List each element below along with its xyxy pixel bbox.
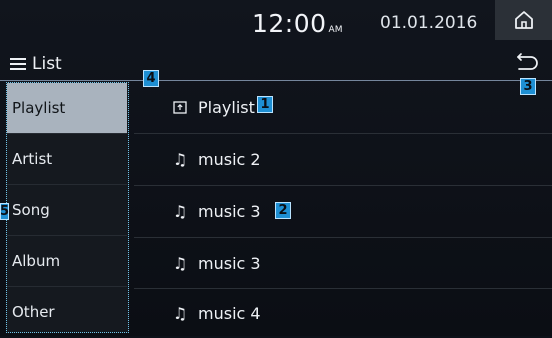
list-title: List [32, 54, 62, 74]
callout-1: 1 [257, 96, 273, 113]
music-note-icon: ♫ [172, 303, 188, 323]
category-label: Song [12, 201, 50, 219]
media-list-screen: 12:00AM 01.01.2016 List Playlist Artist [0, 0, 552, 336]
category-label: Other [12, 303, 55, 321]
folder-label: Playlist [198, 97, 255, 117]
callout-2: 2 [275, 202, 291, 219]
list-item[interactable]: ♫ music 4 [134, 288, 552, 338]
callout-3: 3 [520, 78, 536, 95]
category-label: Album [12, 252, 61, 270]
list-item[interactable]: ♫ music 3 [134, 238, 552, 288]
clock-time: 12:00 [252, 9, 327, 38]
callout-4: 4 [143, 70, 159, 87]
clock: 12:00 AM [252, 9, 342, 38]
category-panel: Playlist Artist Song Album Other [6, 82, 129, 333]
category-song[interactable]: Song [7, 185, 127, 235]
track-title: music 3 [198, 201, 261, 221]
back-button[interactable] [515, 50, 541, 74]
category-label: Playlist [12, 99, 66, 117]
track-title: music 3 [198, 253, 261, 273]
list-item[interactable]: ♫ music 2 [134, 134, 552, 184]
callout-5: 5 [0, 203, 10, 220]
category-album[interactable]: Album [7, 236, 127, 286]
folder-up-icon [170, 100, 190, 114]
music-note-icon: ♫ [172, 149, 188, 169]
track-title: music 4 [198, 303, 261, 323]
clock-ampm: AM [328, 25, 343, 35]
header-divider [0, 80, 552, 81]
category-playlist[interactable]: Playlist [7, 83, 127, 133]
music-note-icon: ♫ [172, 253, 188, 273]
category-label: Artist [12, 150, 53, 168]
music-note-icon: ♫ [172, 201, 188, 221]
menu-icon [10, 58, 26, 70]
home-button[interactable] [495, 0, 552, 40]
folder-row-playlist[interactable]: Playlist [134, 82, 552, 132]
list-item[interactable]: ♫ music 3 [134, 186, 552, 236]
back-icon [517, 53, 538, 70]
home-icon [514, 11, 533, 29]
category-other[interactable]: Other [7, 287, 127, 337]
list-header[interactable]: List [10, 54, 62, 74]
track-title: music 2 [198, 149, 261, 169]
category-artist[interactable]: Artist [7, 134, 127, 184]
date: 01.01.2016 [380, 13, 478, 33]
